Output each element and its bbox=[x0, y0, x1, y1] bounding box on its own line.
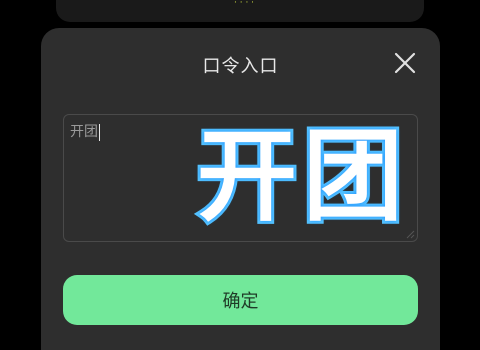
password-input-value: 开团 bbox=[70, 123, 100, 141]
background-card: · · · · bbox=[56, 0, 424, 22]
confirm-button[interactable]: 确定 bbox=[63, 275, 418, 325]
text-caret bbox=[99, 123, 100, 141]
background-card-text: · · · · bbox=[234, 0, 255, 6]
overlay-caption: 开团 bbox=[194, 115, 409, 238]
dialog-title: 口令入口 bbox=[202, 56, 279, 77]
close-icon bbox=[394, 52, 416, 74]
close-button[interactable] bbox=[392, 50, 418, 76]
